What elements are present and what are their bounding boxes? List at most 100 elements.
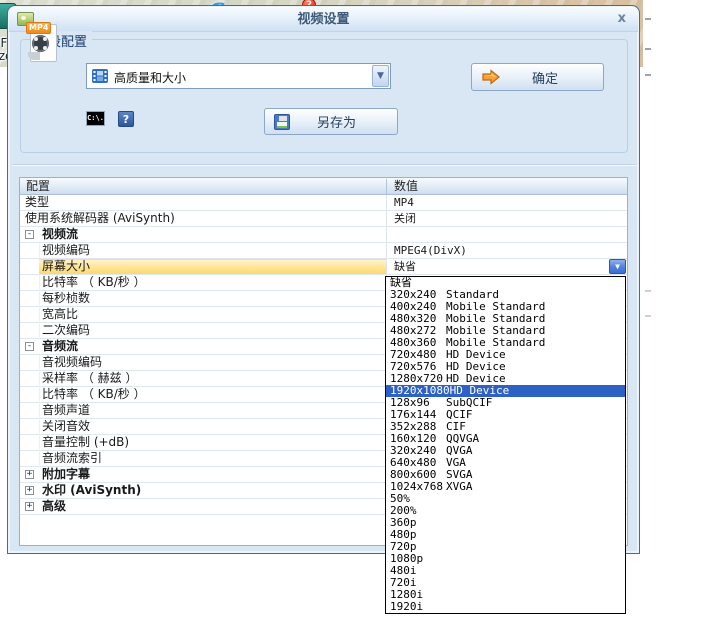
value-text: 关闭 xyxy=(394,212,416,225)
value-text: MP4 xyxy=(394,196,414,209)
config-cell[interactable]: 比特率 （ KB/秒 ） xyxy=(20,275,386,290)
expand-icon[interactable]: + xyxy=(25,470,34,479)
screen-size-dropdown-list: 缺省320x240Standard400x240Mobile Standard4… xyxy=(385,276,626,614)
config-cell[interactable]: 屏幕大小 xyxy=(20,259,386,274)
column-header-value: 数值 xyxy=(394,178,418,194)
preset-combobox[interactable]: 高质量和大小 ▼ xyxy=(86,63,391,89)
value-text: MPEG4(DivX) xyxy=(394,244,467,257)
window-behind-ticks xyxy=(645,74,651,76)
dropdown-item[interactable]: 360p xyxy=(386,517,625,529)
config-cell[interactable]: 音频声道 xyxy=(20,403,386,418)
config-label: 关闭音效 xyxy=(42,419,90,434)
value-cell[interactable]: MPEG4(DivX) xyxy=(387,243,627,258)
separator xyxy=(12,164,637,166)
dropdown-item[interactable]: 50% xyxy=(386,493,625,505)
collapse-icon[interactable]: - xyxy=(25,342,34,351)
save-as-button-label: 另存为 xyxy=(290,112,397,131)
config-cell[interactable]: 宽高比 xyxy=(20,307,386,322)
preset-groupbox: 预设配置 xyxy=(20,39,628,153)
config-cell[interactable]: + 高级 xyxy=(20,499,386,514)
preset-combobox-value: 高质量和大小 xyxy=(114,69,186,86)
film-icon xyxy=(92,69,108,83)
config-label: 音视频编码 xyxy=(42,355,102,370)
config-label: 视频流 xyxy=(42,227,78,242)
close-icon[interactable]: x xyxy=(618,11,626,26)
ok-button[interactable]: 确定 xyxy=(471,63,604,91)
config-cell[interactable]: 比特率 （ KB/秒 ） xyxy=(20,387,386,402)
expand-icon[interactable]: + xyxy=(25,502,34,511)
config-label: 附加字幕 xyxy=(42,467,90,482)
dropdown-item[interactable]: 480p xyxy=(386,529,625,541)
collapse-icon[interactable]: - xyxy=(25,230,34,239)
config-label: 音频流 xyxy=(42,339,78,354)
dropdown-item[interactable]: 480i xyxy=(386,565,625,577)
table-row[interactable]: 视频编码 MPEG4(DivX) xyxy=(20,243,627,259)
config-cell[interactable]: + 水印 (AviSynth) xyxy=(20,483,386,498)
config-cell[interactable]: -音频流 xyxy=(20,339,386,354)
resolution: 1920i xyxy=(390,601,446,613)
row-highlight xyxy=(39,259,386,274)
config-cell[interactable]: 音视频编码 xyxy=(20,355,386,370)
config-cell[interactable]: 二次编码 xyxy=(20,323,386,338)
config-label: 比特率 （ KB/秒 ） xyxy=(42,387,146,402)
resolution-name: XVGA xyxy=(446,480,473,493)
config-cell[interactable]: 音频流索引 xyxy=(20,451,386,466)
column-header-config: 配置 xyxy=(26,178,50,194)
value-cell[interactable]: 关闭 xyxy=(387,211,627,226)
config-label: 比特率 （ KB/秒 ） xyxy=(42,275,146,290)
table-row[interactable]: 屏幕大小 缺省 ▼ xyxy=(20,259,627,275)
window-behind-ticks xyxy=(645,48,651,50)
dropdown-item[interactable]: 1920i xyxy=(386,601,625,613)
window-behind-ticks xyxy=(645,290,651,292)
dropdown-item[interactable]: 1024x768XVGA xyxy=(386,481,625,493)
dropdown-item[interactable]: 200% xyxy=(386,505,625,517)
window-behind xyxy=(643,0,720,619)
mp4-tag: MP4 xyxy=(26,22,51,34)
mp4-file-icon: MP4 xyxy=(26,22,60,64)
config-label: 二次编码 xyxy=(42,323,90,338)
config-label: 宽高比 xyxy=(42,307,78,322)
table-row[interactable]: -视频流 xyxy=(20,227,627,243)
window-behind-ticks xyxy=(645,315,651,317)
title-bar[interactable]: 视频设置 x xyxy=(9,7,638,32)
config-label: 音频流索引 xyxy=(42,451,102,466)
value-cell[interactable]: 缺省 ▼ xyxy=(387,259,627,274)
config-label: 视频编码 xyxy=(42,243,90,258)
value-cell[interactable]: MP4 xyxy=(387,195,627,210)
table-row[interactable]: 使用系统解码器 (AviSynth) 关闭 xyxy=(20,211,627,227)
config-cell[interactable]: 音量控制 (+dB) xyxy=(20,435,386,450)
config-cell[interactable]: 关闭音效 xyxy=(20,419,386,434)
config-cell[interactable]: + 附加字幕 xyxy=(20,467,386,482)
ok-arrow-icon xyxy=(481,69,501,85)
config-label: 使用系统解码器 (AviSynth) xyxy=(25,211,175,226)
dialog-title: 视频设置 xyxy=(9,7,638,32)
expand-icon[interactable]: + xyxy=(25,486,34,495)
ok-button-label: 确定 xyxy=(501,68,603,87)
config-label: 音频声道 xyxy=(42,403,90,418)
config-label: 类型 xyxy=(25,195,49,210)
config-cell[interactable]: -视频流 xyxy=(20,227,386,242)
floppy-icon xyxy=(274,114,290,130)
config-cell[interactable]: 使用系统解码器 (AviSynth) xyxy=(20,211,386,226)
window-behind-ticks xyxy=(645,18,651,20)
save-as-button[interactable]: 另存为 xyxy=(264,108,398,135)
table-header: 配置 数值 xyxy=(20,178,627,195)
config-cell[interactable]: 采样率 （ 赫兹 ） xyxy=(20,371,386,386)
table-row[interactable]: 类型 MP4 xyxy=(20,195,627,211)
config-label: 屏幕大小 xyxy=(42,259,90,274)
value-cell[interactable] xyxy=(387,227,627,242)
value-text: 缺省 xyxy=(394,260,416,273)
chevron-down-icon[interactable]: ▼ xyxy=(609,259,626,274)
help-icon[interactable]: ? xyxy=(118,111,134,127)
config-label: 采样率 （ 赫兹 ） xyxy=(42,371,137,386)
config-label: 音量控制 (+dB) xyxy=(42,435,129,450)
chevron-down-icon[interactable]: ▼ xyxy=(372,65,389,87)
config-cell[interactable]: 每秒桢数 xyxy=(20,291,386,306)
config-cell[interactable]: 类型 xyxy=(20,195,386,210)
dropdown-item[interactable]: 1080p xyxy=(386,553,625,565)
console-icon[interactable]: C:\. xyxy=(86,111,105,126)
config-label: 每秒桢数 xyxy=(42,291,90,306)
config-cell[interactable]: 视频编码 xyxy=(20,243,386,258)
config-label: 水印 (AviSynth) xyxy=(42,483,141,498)
config-label: 高级 xyxy=(42,499,66,514)
